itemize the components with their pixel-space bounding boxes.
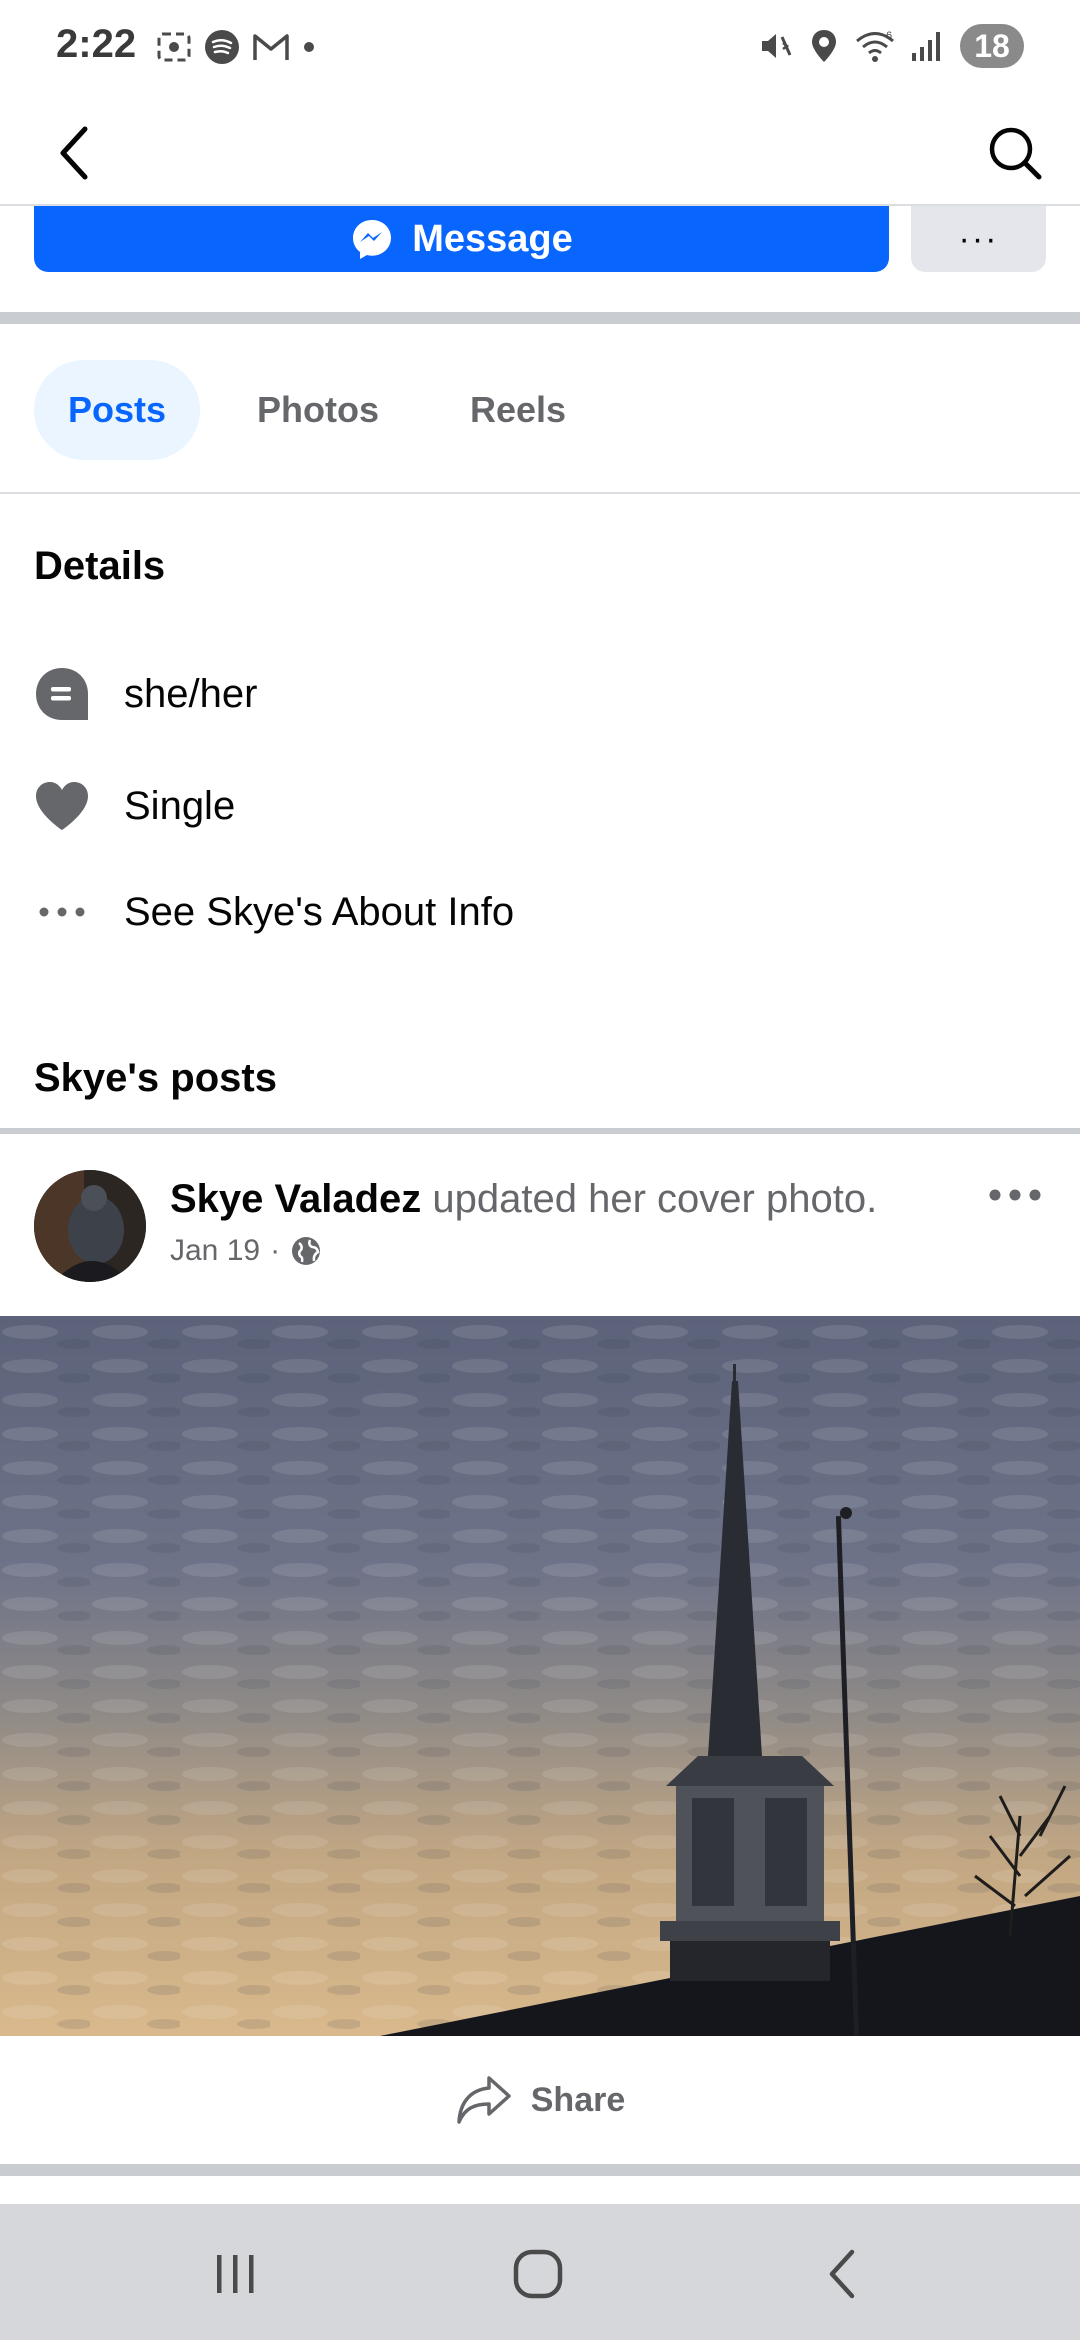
tab-photos-label: Photos [257, 389, 379, 430]
share-arrow-icon [457, 2076, 511, 2124]
messenger-icon [353, 220, 392, 259]
post-meta: Jan 19 · [170, 1234, 322, 1268]
profile-tabs: Posts Photos Reels [0, 326, 1080, 494]
mute-vibrate-icon [762, 34, 792, 58]
back-icon [829, 2249, 855, 2299]
search-button[interactable] [980, 118, 1050, 188]
battery-indicator: 18 [960, 24, 1024, 68]
tab-reels-label: Reels [469, 389, 567, 430]
recent-apps-icon [217, 2255, 254, 2293]
posts-heading: Skye's posts [34, 1056, 277, 1100]
notification-icons [155, 28, 317, 66]
message-label: Message [412, 217, 573, 260]
profile-actions-row: Message ··· [0, 206, 1080, 316]
wifi-icon: 6 [856, 30, 894, 62]
search-icon [989, 127, 1042, 180]
top-nav [0, 100, 1080, 206]
system-icons: 6 18 [756, 24, 1024, 68]
post-action-text: updated her cover photo. [432, 1177, 878, 1221]
spotify-icon [205, 30, 239, 64]
signal-icon [912, 32, 940, 61]
detail-relationship: Single [0, 766, 1080, 846]
tab-photos[interactable]: Photos [238, 360, 398, 460]
home-button[interactable] [488, 2234, 588, 2314]
relationship-text: Single [124, 783, 236, 828]
system-back-button[interactable] [792, 2234, 892, 2314]
meta-separator: · [270, 1234, 281, 1267]
share-button[interactable]: Share [455, 2074, 626, 2126]
recent-apps-button[interactable] [186, 2234, 286, 2314]
globe-icon [292, 1237, 321, 1265]
location-icon [812, 30, 836, 62]
heart-icon [34, 778, 90, 834]
section-divider [0, 312, 1080, 324]
status-bar: 2:22 6 18 [0, 0, 1080, 100]
post-actions: Share [0, 2036, 1080, 2164]
post-date[interactable]: Jan 19 [170, 1234, 260, 1268]
tab-posts-label: Posts [67, 389, 167, 430]
post-cover-photo[interactable] [0, 1316, 1080, 2036]
about-info-link[interactable]: See Skye's About Info [124, 890, 514, 935]
detail-about-link[interactable]: See Skye's About Info [0, 872, 1080, 952]
svg-text:6: 6 [886, 30, 892, 42]
dot-icon [304, 42, 314, 52]
post-header: Skye Valadez updated her cover photo. Ja… [0, 1140, 1080, 1316]
pronouns-icon [34, 666, 90, 722]
system-nav-bar [0, 2204, 1080, 2340]
details-heading: Details [34, 544, 166, 588]
status-time: 2:22 [56, 22, 137, 66]
tab-posts[interactable]: Posts [34, 360, 200, 460]
avatar[interactable] [34, 1170, 146, 1282]
tab-reels[interactable]: Reels [448, 360, 588, 460]
detail-pronouns: she/her [0, 654, 1080, 734]
post-options-button[interactable] [980, 1170, 1050, 1220]
profile-more-button[interactable]: ··· [911, 206, 1046, 272]
chevron-left-icon [60, 126, 88, 180]
posts-divider [0, 1128, 1080, 1134]
bottom-divider [0, 2164, 1080, 2176]
share-label: Share [530, 2080, 626, 2119]
message-button[interactable]: Message [34, 206, 889, 272]
gmail-icon [253, 34, 289, 60]
more-horizontal-icon [989, 1189, 1041, 1201]
post-headline: Skye Valadez updated her cover photo. [170, 1174, 970, 1224]
profile-more-label: ··· [958, 219, 999, 258]
post-author[interactable]: Skye Valadez [170, 1177, 421, 1221]
screenshot-icon [157, 32, 191, 62]
home-icon [513, 2249, 563, 2299]
back-button[interactable] [40, 118, 110, 188]
more-dots-icon [34, 884, 90, 940]
pronouns-text: she/her [124, 671, 258, 716]
